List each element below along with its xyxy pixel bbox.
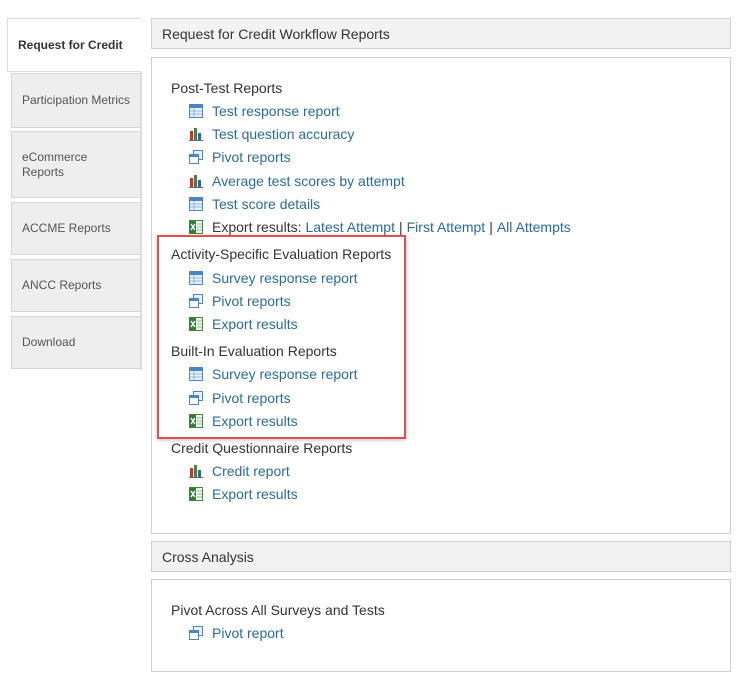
cross-analysis-panel-header: Cross Analysis [151,541,731,572]
cross-analysis-panel-title: Cross Analysis [162,548,254,565]
export-results-link[interactable]: Export results [212,413,298,429]
report-link-row: Export results [189,315,298,333]
pivot-reports-link[interactable]: Pivot reports [212,149,291,165]
tab-participation-metrics[interactable]: Participation Metrics [11,73,140,128]
test-response-report-link[interactable]: Test response report [212,103,340,119]
tab-label: Download [22,335,76,349]
export-results-prefix: Export results: [212,219,302,235]
pivot-icon [189,294,203,308]
bar-chart-icon [189,128,203,141]
bar-chart-icon [189,465,203,478]
export-results-link[interactable]: Export results [212,316,298,332]
section-title-built-in-evaluation: Built-In Evaluation Reports [171,343,337,359]
report-link-row: Pivot reports [189,389,291,407]
tab-download[interactable]: Download [11,316,140,369]
tab-label: ACCME Reports [22,221,111,235]
excel-icon [189,487,203,501]
tab-label: Participation Metrics [22,93,131,107]
tab-ecommerce-reports[interactable]: eCommerce Reports [11,131,140,198]
report-link-row: Average test scores by attempt [189,172,405,190]
tab-ancc-reports[interactable]: ANCC Reports [11,259,140,312]
table-icon [189,104,203,118]
tab-request-for-credit[interactable]: Request for Credit [7,18,141,72]
table-icon [189,271,203,285]
excel-icon [189,317,203,331]
link-separator: | [489,219,493,235]
report-link-row: Test response report [189,102,340,120]
section-title-activity-specific-evaluation: Activity-Specific Evaluation Reports [171,246,392,262]
export-results-row: Export results: Latest Attempt | First A… [189,218,571,236]
pivot-icon [189,150,203,164]
pivot-icon [189,626,203,640]
pivot-report-link[interactable]: Pivot report [212,625,284,641]
survey-response-report-link[interactable]: Survey response report [212,366,358,382]
pivot-reports-link[interactable]: Pivot reports [212,390,291,406]
table-icon [189,197,203,211]
report-link-row: Pivot reports [189,148,291,166]
report-link-row: Credit report [189,462,290,480]
report-link-row: Export results [189,412,298,430]
report-link-row: Export results [189,485,298,503]
excel-icon [189,414,203,428]
pivot-reports-link[interactable]: Pivot reports [212,293,291,309]
survey-response-report-link[interactable]: Survey response report [212,270,358,286]
report-link-row: Survey response report [189,365,358,383]
bar-chart-icon [189,175,203,188]
table-icon [189,367,203,381]
report-link-row: Test question accuracy [189,125,354,143]
report-link-row: Test score details [189,195,320,213]
all-attempts-link[interactable]: All Attempts [497,219,571,235]
tab-label: eCommerce Reports [22,149,88,179]
excel-icon [189,220,203,234]
section-title-pivot-across: Pivot Across All Surveys and Tests [171,602,385,618]
latest-attempt-link[interactable]: Latest Attempt [305,219,395,235]
test-score-details-link[interactable]: Test score details [212,196,320,212]
report-link-row: Pivot report [189,624,284,642]
pivot-icon [189,391,203,405]
report-link-row: Survey response report [189,269,358,287]
tab-accme-reports[interactable]: ACCME Reports [11,202,140,255]
section-title-post-test: Post-Test Reports [171,80,283,96]
section-title-credit-questionnaire: Credit Questionnaire Reports [171,440,353,456]
first-attempt-link[interactable]: First Attempt [407,219,486,235]
credit-report-link[interactable]: Credit report [212,463,290,479]
workflow-panel-header: Request for Credit Workflow Reports [151,18,731,49]
tab-label: Request for Credit [18,37,123,52]
export-results-link[interactable]: Export results [212,486,298,502]
tab-label: ANCC Reports [22,278,102,292]
average-test-scores-link[interactable]: Average test scores by attempt [212,173,405,189]
report-link-row: Pivot reports [189,292,291,310]
test-question-accuracy-link[interactable]: Test question accuracy [212,126,354,142]
link-separator: | [398,219,403,235]
workflow-panel-title: Request for Credit Workflow Reports [162,25,390,42]
tab-divider [140,72,142,370]
